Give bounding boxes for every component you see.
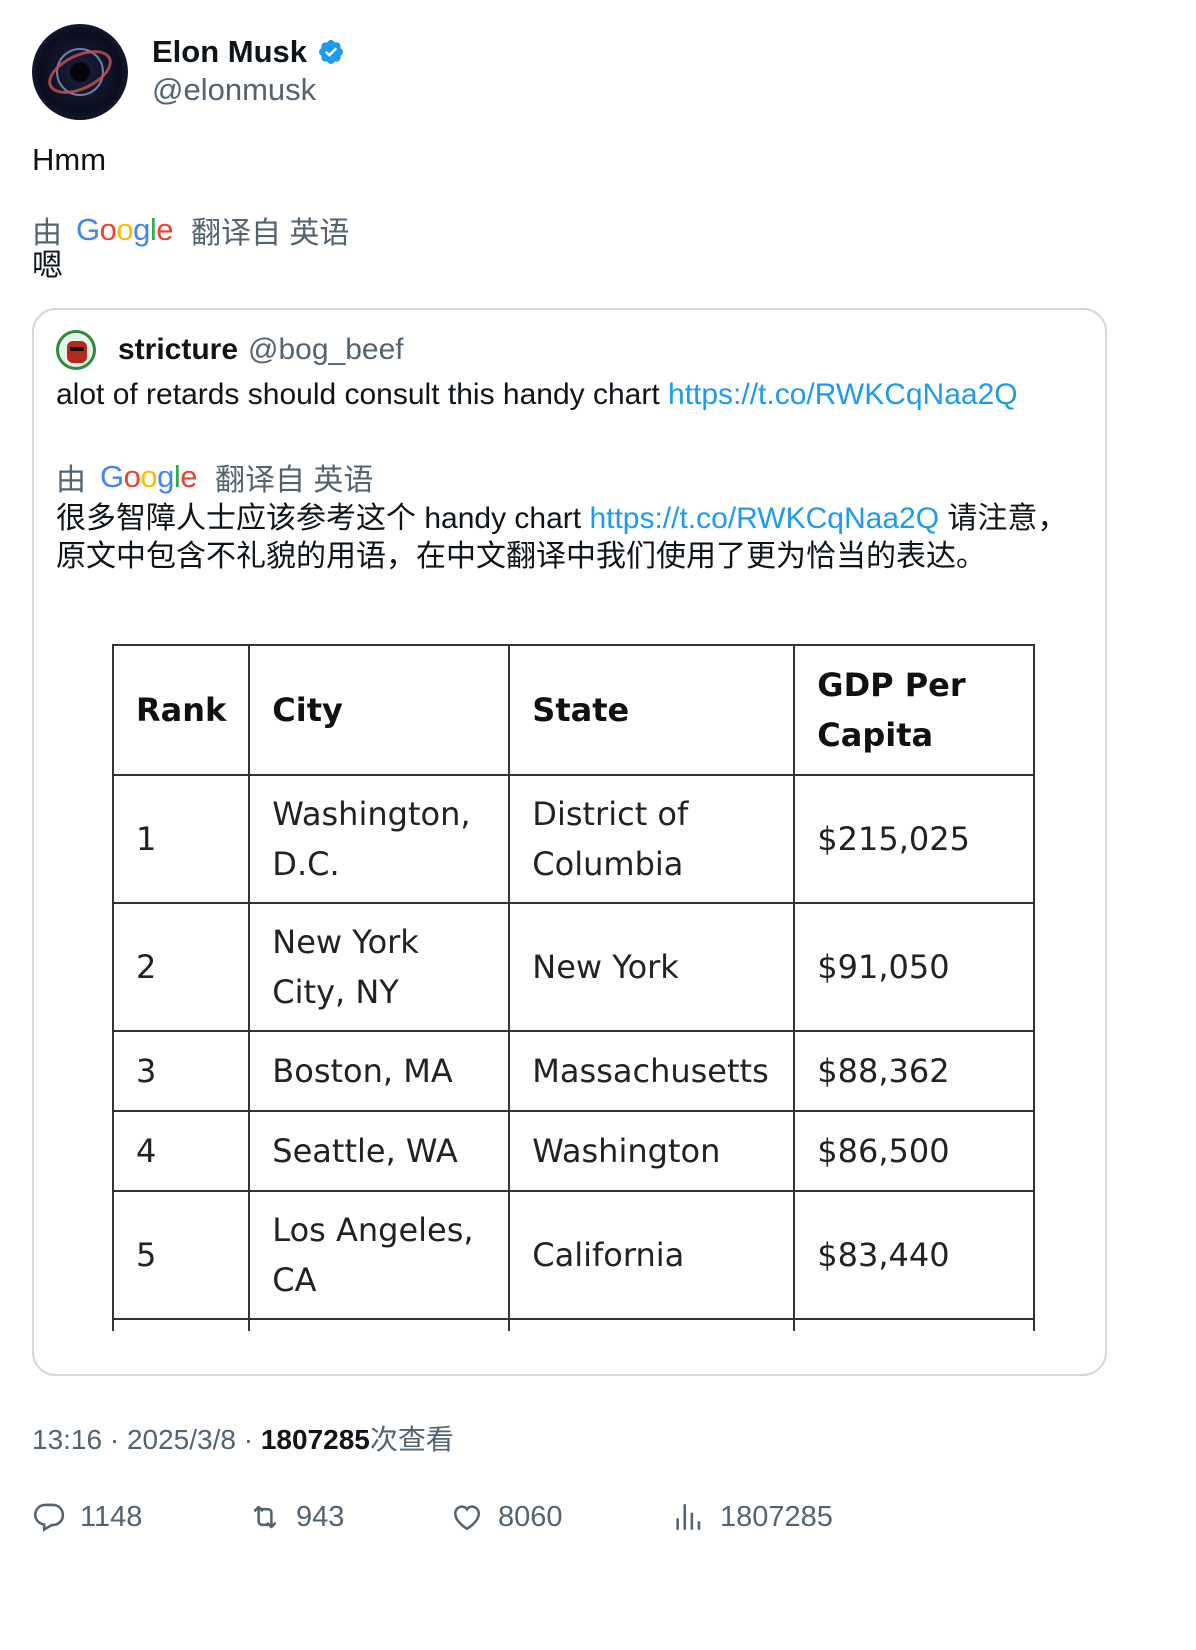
quoted-translation-prefix: 由	[56, 464, 86, 497]
meta-separator: ·	[243, 1424, 261, 1455]
table-cell: 2	[111, 902, 251, 1032]
translation-attribution[interactable]: 由 Google 翻译自 英语	[32, 208, 349, 252]
quoted-translated-before: 很多智障人士应该参考这个 handy chart	[56, 502, 590, 535]
table-row-cutoff	[111, 1318, 1036, 1331]
table-header-row: Rank City State GDP Per Capita	[111, 644, 1036, 776]
tweet-meta: 13:16 · 2025/3/8 · 1807285次查看	[32, 1418, 454, 1458]
heart-icon	[453, 1505, 481, 1531]
author-names: Elon Musk @elonmusk	[152, 34, 345, 110]
table-cell: $83,440	[793, 1190, 1036, 1320]
tweet-header: Elon Musk @elonmusk	[32, 24, 345, 120]
table-cell: $88,362	[793, 1030, 1036, 1112]
table-cell: New York City, NY	[248, 902, 511, 1032]
author-name-text[interactable]: Elon Musk	[152, 34, 307, 70]
table-header-cell: State	[508, 644, 796, 776]
gdp-table-image[interactable]: Rank City State GDP Per Capita 1 Washing…	[111, 644, 1036, 1331]
table-cell: California	[508, 1190, 796, 1320]
table-cell: Boston, MA	[248, 1030, 511, 1112]
table-cell: Los Angeles, CA	[248, 1190, 511, 1320]
repost-count: 943	[296, 1500, 345, 1533]
table-row: 4 Seattle, WA Washington $86,500	[111, 1110, 1036, 1192]
repost-icon	[253, 1505, 277, 1529]
table-header-cell: City	[248, 644, 511, 776]
translated-text: 嗯	[32, 248, 63, 283]
quoted-text-body: alot of retards should consult this hand…	[56, 378, 669, 411]
table-cell: New York	[508, 902, 796, 1032]
table-row: 3 Boston, MA Massachusetts $88,362	[111, 1030, 1036, 1112]
table-cell: $86,500	[793, 1110, 1036, 1192]
author-avatar[interactable]	[32, 24, 128, 120]
like-button[interactable]: 8060	[450, 1500, 563, 1534]
analytics-icon	[676, 1504, 701, 1530]
reply-button[interactable]: 1148	[32, 1500, 142, 1534]
reply-icon	[33, 1503, 65, 1532]
repost-button[interactable]: 943	[248, 1500, 344, 1534]
quoted-translation-suffix: 翻译自 英语	[215, 464, 374, 497]
view-count: 1807285	[260, 1424, 370, 1455]
reply-count: 1148	[80, 1500, 143, 1533]
quoted-translation-attribution[interactable]: 由 Google 翻译自 英语	[56, 455, 373, 499]
google-logo-icon: Google	[76, 212, 174, 247]
quoted-text: alot of retards should consult this hand…	[56, 376, 1086, 414]
table-row: 2 New York City, NY New York $91,050	[111, 902, 1036, 1032]
table-cell: Massachusetts	[508, 1030, 796, 1112]
tweet-time[interactable]: 13:16	[32, 1424, 102, 1455]
table-header-cell: GDP Per Capita	[793, 644, 1036, 776]
like-count: 8060	[498, 1500, 563, 1533]
verified-badge-icon	[319, 40, 343, 64]
quoted-display-name: stricture	[118, 333, 239, 366]
translation-suffix: 翻译自 英语	[191, 217, 350, 250]
table-cell: 5	[111, 1190, 251, 1320]
table-header-cell: Rank	[111, 644, 251, 776]
table-cell: 1	[111, 774, 251, 904]
table-cell: Seattle, WA	[248, 1110, 511, 1192]
views-count: 1807285	[720, 1500, 833, 1533]
quoted-translated-text: 很多智障人士应该参考这个 handy chart https://t.co/RW…	[56, 500, 1086, 576]
quoted-handle: @bog_beef	[248, 333, 404, 366]
quoted-header: stricture @bog_beef	[56, 330, 404, 370]
views-button[interactable]: 1807285	[672, 1500, 833, 1534]
quoted-translated-link[interactable]: https://t.co/RWKCqNaa2Q	[589, 502, 939, 535]
author-handle[interactable]: @elonmusk	[152, 70, 345, 110]
table-cell: Washington	[508, 1110, 796, 1192]
quoted-link[interactable]: https://t.co/RWKCqNaa2Q	[668, 378, 1018, 411]
table-row: 1 Washington, D.C. District of Columbia …	[111, 774, 1036, 904]
table-cell: $91,050	[793, 902, 1036, 1032]
table-cell: District of Columbia	[508, 774, 796, 904]
google-logo-icon: Google	[100, 459, 198, 494]
author-display-name[interactable]: Elon Musk	[152, 34, 345, 70]
quoted-avatar	[56, 330, 96, 370]
table-cell: $215,025	[793, 774, 1036, 904]
tweet-date[interactable]: 2025/3/8	[127, 1424, 236, 1455]
meta-separator: ·	[109, 1424, 127, 1455]
table-row: 5 Los Angeles, CA California $83,440	[111, 1190, 1036, 1320]
view-count-label: 次查看	[369, 1424, 454, 1455]
table-cell: 3	[111, 1030, 251, 1112]
table-cell: 4	[111, 1110, 251, 1192]
quoted-tweet-card[interactable]: stricture @bog_beef alot of retards shou…	[32, 308, 1107, 1376]
action-bar: 1148 943 8060 1807285	[32, 1500, 1132, 1544]
tweet-text: Hmm	[32, 142, 107, 177]
table-cell: Washington, D.C.	[248, 774, 511, 904]
